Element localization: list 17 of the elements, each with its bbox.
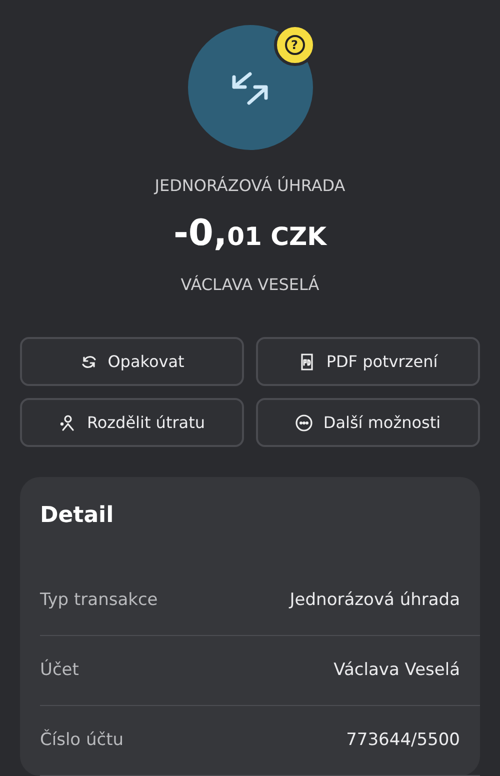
action-button[interactable]: PDF potvrzení [256,337,480,386]
amount-text: -0,01 CZK [172,212,328,256]
section-heading: Detail [40,502,115,530]
field-label: Účet [40,658,79,682]
field-label: Typ transakce [40,588,158,612]
field-value: Václava Veselá [334,658,460,682]
transfer-arrows-icon [230,70,270,106]
field-value: Jednorázová úhrada [290,588,460,612]
action-button[interactable]: Rozdělit útratu [20,398,244,448]
field-label: Číslo účtu [40,728,124,752]
transaction-type-title: JEDNORÁZOVÁ ÚHRADA [152,175,346,197]
field-value: 773644/5500 [346,728,460,752]
more-options-icon [295,414,314,432]
counterparty-name: VÁCLAVA VESELÁ [180,274,320,296]
action-button[interactable]: Další možnosti [256,398,480,448]
action-button[interactable]: Opakovat [20,337,244,386]
help-badge[interactable]: ? [274,24,316,66]
